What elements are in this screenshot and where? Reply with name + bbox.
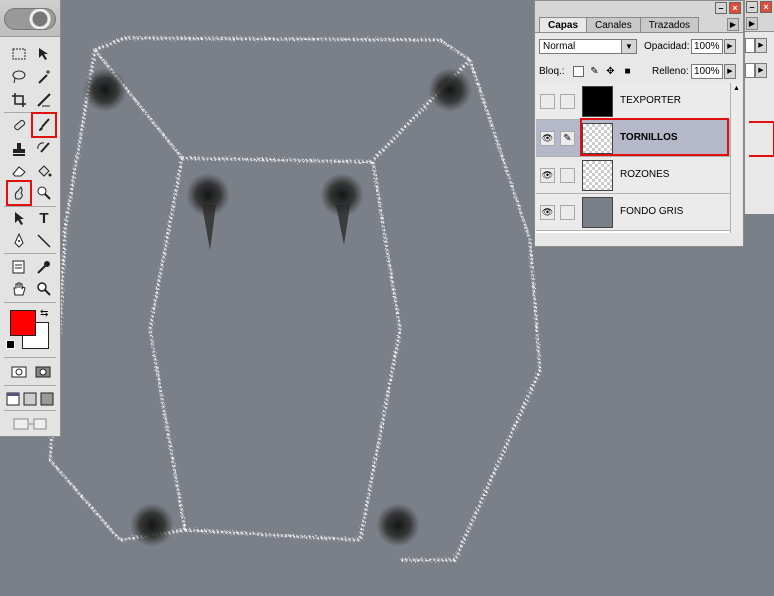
blend-mode-value: Normal xyxy=(543,41,576,52)
highlight-tornillos-layer xyxy=(580,118,729,156)
pen-icon[interactable] xyxy=(8,230,30,252)
move-icon[interactable] xyxy=(33,43,55,65)
layer-row-texporter[interactable]: TEXPORTER xyxy=(536,83,732,120)
zoom-icon[interactable] xyxy=(33,278,55,300)
screen-mode-full-icon[interactable] xyxy=(39,388,55,410)
history-brush-icon[interactable] xyxy=(33,138,55,160)
highlight-layer-partial xyxy=(749,121,774,157)
lock-label: Bloq.: xyxy=(539,66,565,77)
eye-icon[interactable]: 👁 xyxy=(540,131,555,146)
lock-all-icon[interactable]: ■ xyxy=(622,66,633,77)
paint-bucket-icon[interactable] xyxy=(33,160,55,182)
opacity-label: Opacidad: xyxy=(644,41,690,52)
lock-transparent-icon[interactable] xyxy=(573,66,584,77)
eyedropper-icon[interactable] xyxy=(33,256,55,278)
path-selection-icon[interactable] xyxy=(8,207,30,229)
brush-icon[interactable] xyxy=(31,112,57,138)
toolbox-separator xyxy=(4,410,56,411)
layer-link-toggle[interactable] xyxy=(560,94,575,109)
palette-menu-arrow-icon[interactable]: ▶ xyxy=(727,18,739,31)
toolbox-separator xyxy=(4,385,56,386)
layer-link-toggle[interactable] xyxy=(560,168,575,183)
lock-image-icon[interactable]: ✎ xyxy=(589,66,600,77)
fill-input[interactable] xyxy=(745,63,755,78)
minimize-icon[interactable]: – xyxy=(715,2,727,14)
close-icon[interactable]: × xyxy=(760,1,772,13)
layer-list-scrollbar[interactable]: ▲ xyxy=(730,83,742,233)
opacity-input[interactable]: 100% xyxy=(691,39,723,54)
foreground-color-swatch[interactable] xyxy=(10,310,36,336)
toolbox-palette: T ⇆ xyxy=(0,0,61,437)
layer-thumbnail xyxy=(582,197,613,228)
palette-tabs: Capas Canales Trazados xyxy=(539,17,700,34)
clone-stamp-icon[interactable] xyxy=(8,138,30,160)
layer-name: ROZONES xyxy=(620,169,670,180)
eraser-icon[interactable] xyxy=(8,160,30,182)
blend-mode-select[interactable]: Normal ▼ xyxy=(539,39,637,54)
close-icon[interactable]: × xyxy=(729,2,741,14)
visibility-toggle[interactable] xyxy=(540,94,555,109)
layer-row-rozones[interactable]: 👁 ROZONES xyxy=(536,157,732,194)
fill-arrow-icon[interactable]: ▶ xyxy=(755,63,767,78)
layer-list: TEXPORTER 👁 ✎ TORNILLOS 👁 ROZONES 👁 FOND… xyxy=(536,83,732,233)
magic-wand-icon[interactable] xyxy=(33,66,55,88)
dodge-icon[interactable] xyxy=(33,182,55,204)
toolbox-separator xyxy=(4,357,56,358)
palette-titlebar[interactable]: – × xyxy=(535,1,743,16)
tab-canales[interactable]: Canales xyxy=(586,17,641,33)
opacity-arrow-icon[interactable]: ▶ xyxy=(724,39,736,54)
toolbox-separator xyxy=(4,253,56,254)
line-icon[interactable] xyxy=(33,230,55,252)
layer-thumbnail xyxy=(582,160,613,191)
standard-mode-icon[interactable] xyxy=(8,361,30,383)
toolbox-separator xyxy=(4,302,56,303)
quick-mask-mode-icon[interactable] xyxy=(32,361,54,383)
fill-input[interactable]: 100% xyxy=(691,64,723,79)
screen-mode-standard-icon[interactable] xyxy=(5,388,21,410)
screen-mode-full-menu-icon[interactable] xyxy=(22,388,38,410)
palette-menu-arrow-icon[interactable]: ▶ xyxy=(746,17,758,30)
brush-icon[interactable]: ✎ xyxy=(560,131,575,146)
secondary-palette: – × ▶ ▶ ▶ xyxy=(744,0,774,214)
layer-link-toggle[interactable] xyxy=(560,205,575,220)
layer-thumbnail xyxy=(582,86,613,117)
smudge-icon[interactable] xyxy=(6,180,32,206)
secondary-palette-body: ▶ ▶ xyxy=(745,31,774,214)
tab-trazados[interactable]: Trazados xyxy=(639,17,700,33)
hand-icon[interactable] xyxy=(8,278,30,300)
lasso-icon[interactable] xyxy=(8,66,30,88)
fill-arrow-icon[interactable]: ▶ xyxy=(724,64,736,79)
eye-icon[interactable]: 👁 xyxy=(540,168,555,183)
toolbox-titlebar[interactable] xyxy=(0,0,60,37)
layer-name: TEXPORTER xyxy=(620,95,681,106)
minimize-icon[interactable]: – xyxy=(746,1,758,13)
swap-colors-icon[interactable]: ⇆ xyxy=(40,308,48,319)
chevron-down-icon[interactable]: ▼ xyxy=(621,40,636,53)
opacity-input[interactable] xyxy=(745,38,755,53)
healing-brush-icon[interactable] xyxy=(8,114,30,136)
crop-icon[interactable] xyxy=(8,89,30,111)
scroll-up-icon[interactable]: ▲ xyxy=(731,83,742,95)
fill-label: Relleno: xyxy=(652,66,689,77)
app-logo-icon[interactable] xyxy=(4,8,56,30)
layers-palette: – × Capas Canales Trazados ▶ Normal ▼ Op… xyxy=(534,0,744,247)
rect-marquee-icon[interactable] xyxy=(8,43,30,65)
opacity-arrow-icon[interactable]: ▶ xyxy=(755,38,767,53)
layer-name: FONDO GRIS xyxy=(620,206,684,217)
slice-icon[interactable] xyxy=(33,89,55,111)
default-colors-icon[interactable] xyxy=(6,340,15,349)
jump-to-imageready-icon[interactable] xyxy=(10,413,50,435)
notes-icon[interactable] xyxy=(8,256,30,278)
type-icon[interactable]: T xyxy=(33,207,55,229)
layer-row-fondo-gris[interactable]: 👁 FONDO GRIS xyxy=(536,194,732,231)
eye-icon[interactable]: 👁 xyxy=(540,205,555,220)
lock-position-icon[interactable]: ✥ xyxy=(605,66,616,77)
